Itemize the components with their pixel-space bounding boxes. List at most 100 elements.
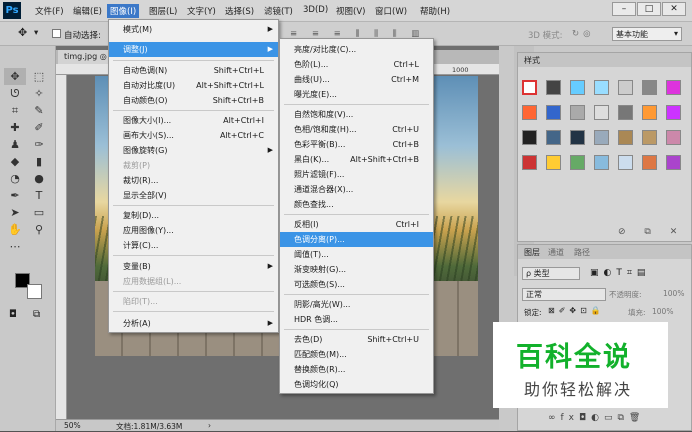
screen-mode-icon[interactable]: ⧉ [33, 309, 40, 320]
menu-item-canvas-size[interactable]: 画布大小(S)... Alt+Ctrl+C [109, 128, 278, 143]
hand-tool-icon[interactable]: ✋ [4, 221, 26, 238]
dodge-tool-icon[interactable]: ● [28, 170, 50, 187]
eraser-tool-icon[interactable]: ◆ [4, 153, 26, 170]
menu-item-auto-tone[interactable]: 自动色调(N) Shift+Ctrl+L [109, 63, 278, 78]
menu-item-levels[interactable]: 色阶(L)... Ctrl+L [280, 57, 433, 72]
healing-tool-icon[interactable]: ✚ [4, 119, 26, 136]
menu-item-vibrance[interactable]: 自然饱和度(V)... [280, 107, 433, 122]
menu-item-gradient-map[interactable]: 渐变映射(G)... [280, 262, 433, 277]
swatch[interactable] [546, 80, 561, 95]
fill-value[interactable]: 100% [652, 307, 673, 316]
menu-window[interactable]: 窗口(W) [372, 4, 410, 18]
menu-item-calculations[interactable]: 计算(C)... [109, 238, 278, 253]
menu-item-shadows-highlights[interactable]: 阴影/高光(W)... [280, 297, 433, 312]
auto-select-checkbox[interactable] [52, 29, 61, 38]
menu-item-duplicate[interactable]: 复制(D)... [109, 208, 278, 223]
3d-rotate-icon[interactable]: ↻◎ [572, 29, 595, 39]
quick-mask-icon[interactable]: ◘ [9, 309, 17, 320]
history-brush-icon[interactable]: ✑ [28, 136, 50, 153]
crop-tool-icon[interactable]: ⌗ [4, 102, 26, 119]
menu-item-posterize[interactable]: 色调分离(P)... [280, 232, 433, 247]
swatch[interactable] [594, 105, 609, 120]
close-button[interactable]: ✕ [662, 2, 686, 16]
type-tool-icon[interactable]: T [28, 187, 50, 204]
swatch[interactable] [642, 155, 657, 170]
menu-item-image-rotation[interactable]: 图像旋转(G) ▶ [109, 143, 278, 158]
swatch[interactable] [522, 105, 537, 120]
magic-wand-icon[interactable]: ✧ [28, 85, 50, 102]
menu-type[interactable]: 文字(Y) [184, 4, 219, 18]
swatch[interactable] [546, 155, 561, 170]
menu-item-selective-color[interactable]: 可选颜色(S)... [280, 277, 433, 292]
blur-tool-icon[interactable]: ◔ [4, 170, 26, 187]
swatch[interactable] [570, 105, 585, 120]
swatch[interactable] [618, 155, 633, 170]
more-tools-icon[interactable]: ⋯ [4, 238, 26, 255]
pen-tool-icon[interactable]: ✒ [4, 187, 26, 204]
clone-stamp-icon[interactable]: ♟ [4, 136, 26, 153]
menu-item-image-size[interactable]: 图像大小(I)... Alt+Ctrl+I [109, 113, 278, 128]
path-select-icon[interactable]: ➤ [4, 204, 26, 221]
menu-item-auto-color[interactable]: 自动颜色(O) Shift+Ctrl+B [109, 93, 278, 108]
menu-item-black-white[interactable]: 黑白(K)... Alt+Shift+Ctrl+B [280, 152, 433, 167]
menu-item-photo-filter[interactable]: 照片滤镜(F)... [280, 167, 433, 182]
swatch[interactable] [642, 130, 657, 145]
swatch[interactable] [522, 155, 537, 170]
background-color[interactable] [27, 284, 42, 299]
menu-image[interactable]: 图像(I) [107, 4, 140, 18]
menu-item-analysis[interactable]: 分析(A) ▶ [109, 316, 278, 331]
swatch[interactable] [618, 80, 633, 95]
menu-help[interactable]: 帮助(H) [417, 4, 453, 18]
swatch[interactable] [666, 105, 681, 120]
zoom-level[interactable]: 50% [64, 421, 81, 430]
menu-item-apply-image[interactable]: 应用图像(Y)... [109, 223, 278, 238]
swatch[interactable] [594, 155, 609, 170]
tab-channels[interactable]: 通道 [548, 247, 564, 258]
swatch[interactable] [666, 130, 681, 145]
blend-mode-select[interactable]: 正常 [522, 288, 606, 301]
swatch[interactable] [618, 130, 633, 145]
menu-item-invert[interactable]: 反相(I) Ctrl+I [280, 217, 433, 232]
menu-item-desaturate[interactable]: 去色(D) Shift+Ctrl+U [280, 332, 433, 347]
menu-view[interactable]: 视图(V) [333, 4, 368, 18]
menu-item-mode[interactable]: 模式(M) ▶ [109, 22, 278, 37]
layer-filter-icons[interactable]: ▣◐T⌗▤ [590, 268, 650, 278]
brush-tool-icon[interactable]: ✐ [28, 119, 50, 136]
swatch[interactable] [618, 105, 633, 120]
lasso-tool-icon[interactable]: ᘎ [4, 85, 26, 102]
swatch[interactable] [546, 130, 561, 145]
zoom-tool-icon[interactable]: ⚲ [28, 221, 50, 238]
tab-paths[interactable]: 路径 [574, 247, 590, 258]
menu-item-reveal-all[interactable]: 显示全部(V) [109, 188, 278, 203]
move-tool-icon[interactable]: ✥ [18, 26, 27, 39]
chevron-right-icon[interactable]: › [208, 421, 211, 430]
layers-footer-icons[interactable]: ∞fx◘◐▭⧉🗑 [548, 413, 645, 423]
menu-item-channel-mixer[interactable]: 通道混合器(X)... [280, 182, 433, 197]
minimize-button[interactable]: – [612, 2, 636, 16]
swatch[interactable] [666, 155, 681, 170]
move-tool-icon[interactable]: ✥ [4, 68, 26, 85]
menu-item-hdr-toning[interactable]: HDR 色调... [280, 312, 433, 327]
menu-filter[interactable]: 滤镜(T) [261, 4, 296, 18]
shape-tool-icon[interactable]: ▭ [28, 204, 50, 221]
swatch[interactable] [594, 80, 609, 95]
menu-item-variables[interactable]: 变量(B) ▶ [109, 259, 278, 274]
menu-select[interactable]: 选择(S) [222, 4, 257, 18]
swatch[interactable] [642, 105, 657, 120]
chevron-down-icon[interactable]: ▾ [34, 28, 38, 38]
menu-item-color-balance[interactable]: 色彩平衡(B)... Ctrl+B [280, 137, 433, 152]
menu-item-auto-contrast[interactable]: 自动对比度(U) Alt+Shift+Ctrl+L [109, 78, 278, 93]
menu-edit[interactable]: 编辑(E) [70, 4, 105, 18]
marquee-tool-icon[interactable]: ⬚ [28, 68, 50, 85]
swatch[interactable] [546, 105, 561, 120]
menu-3d[interactable]: 3D(D) [300, 4, 331, 16]
menu-item-replace-color[interactable]: 替换颜色(R)... [280, 362, 433, 377]
swatch[interactable] [642, 80, 657, 95]
eyedropper-icon[interactable]: ✎ [28, 102, 50, 119]
workspace-select[interactable]: 基本功能 ▾ [612, 27, 682, 41]
menu-file[interactable]: 文件(F) [32, 4, 67, 18]
swatch[interactable] [594, 130, 609, 145]
restore-button[interactable]: □ [637, 2, 661, 16]
menu-item-curves[interactable]: 曲线(U)... Ctrl+M [280, 72, 433, 87]
swatch[interactable] [522, 130, 537, 145]
